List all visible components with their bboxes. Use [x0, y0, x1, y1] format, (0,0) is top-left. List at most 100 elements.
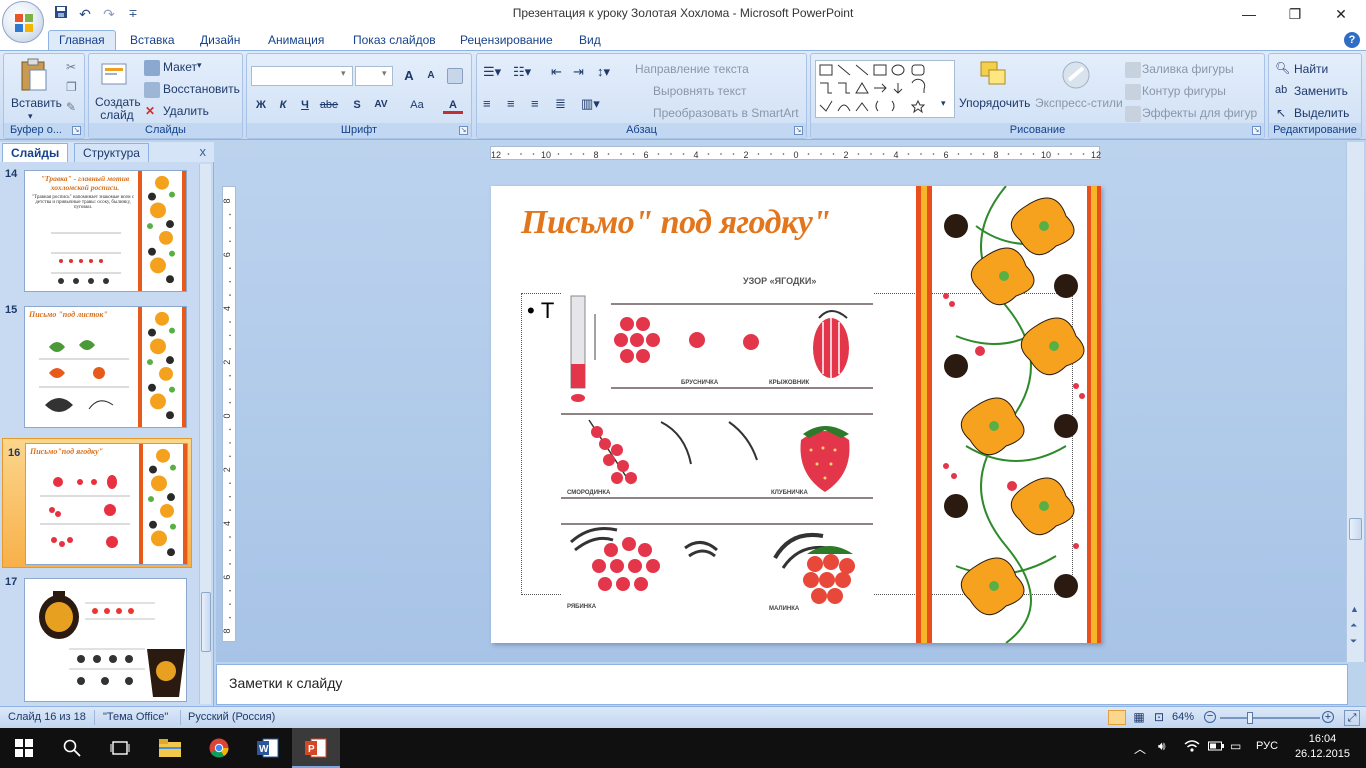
tab-design[interactable]: Дизайн: [190, 31, 250, 50]
tab-outline[interactable]: Структура: [74, 143, 149, 162]
font-size-select[interactable]: [355, 66, 393, 86]
new-slide-button[interactable]: Создать слайд: [95, 96, 141, 122]
columns-icon[interactable]: ▥▾: [581, 96, 600, 112]
shrink-font-button[interactable]: A: [421, 67, 441, 85]
slideshow-view-icon[interactable]: ⊡: [1150, 710, 1168, 725]
battery-icon[interactable]: [1208, 740, 1224, 755]
shadow-button[interactable]: S: [347, 96, 367, 114]
paragraph-launcher-icon[interactable]: ↘: [794, 126, 803, 135]
zoom-level[interactable]: 64%: [1172, 711, 1194, 723]
layout-button[interactable]: Макет: [163, 60, 197, 74]
layout-dropdown-icon[interactable]: ▾: [197, 60, 202, 71]
tab-review[interactable]: Рецензирование: [450, 31, 563, 50]
show-hidden-icons[interactable]: ︿: [1134, 740, 1146, 757]
font-size-dropdown-icon[interactable]: ▾: [382, 68, 387, 79]
file-explorer-button[interactable]: [146, 728, 194, 768]
format-painter-icon[interactable]: ✎: [66, 100, 76, 114]
slide-thumbnail-14[interactable]: 14 "Травка" - главный мотив хохломской р…: [0, 166, 198, 296]
copy-icon[interactable]: ❐: [66, 80, 77, 94]
underline-button[interactable]: Ч: [295, 96, 315, 114]
align-right-icon[interactable]: ≡: [531, 96, 539, 111]
restore-button[interactable]: ❐: [1272, 0, 1318, 28]
word-button[interactable]: W: [244, 728, 292, 768]
paste-dropdown-icon[interactable]: ▾: [28, 111, 33, 122]
minimize-button[interactable]: —: [1226, 0, 1272, 28]
system-clock[interactable]: 16:04 26.12.2015: [1295, 732, 1350, 762]
slides-pane-scrollbar[interactable]: [199, 164, 211, 704]
smartart-button[interactable]: Преобразовать в SmartArt: [653, 106, 799, 120]
tab-view[interactable]: Вид: [569, 31, 611, 50]
help-icon[interactable]: ?: [1344, 32, 1360, 48]
workspace-scrollbar[interactable]: ▲ ⏶ ⏷: [1346, 142, 1364, 662]
paste-button[interactable]: Вставить: [11, 96, 62, 110]
scrollbar-thumb[interactable]: [1349, 518, 1362, 540]
bold-button[interactable]: Ж: [251, 96, 271, 114]
zoom-out-icon[interactable]: −: [1204, 711, 1216, 723]
font-color-button[interactable]: A: [443, 96, 463, 114]
font-family-dropdown-icon[interactable]: ▾: [341, 68, 346, 79]
italic-button[interactable]: К: [273, 96, 293, 114]
notifications-icon[interactable]: ▭: [1230, 739, 1241, 753]
shapes-more-icon[interactable]: ▾: [941, 98, 946, 109]
font-launcher-icon[interactable]: ↘: [459, 126, 468, 135]
align-text-button[interactable]: Выровнять текст: [653, 84, 746, 98]
tab-animation[interactable]: Анимация: [258, 31, 334, 50]
line-spacing-icon[interactable]: ↕▾: [597, 64, 610, 80]
strikethrough-button[interactable]: abe: [319, 96, 339, 114]
tab-insert[interactable]: Вставка: [120, 31, 185, 50]
grow-font-button[interactable]: A: [399, 67, 419, 85]
replace-button[interactable]: Заменить: [1294, 84, 1348, 98]
input-language[interactable]: РУС: [1256, 740, 1278, 752]
numbering-icon[interactable]: ☷▾: [513, 64, 531, 80]
slide-title[interactable]: Письмо" под ягодку": [521, 204, 901, 242]
shape-outline-button[interactable]: Контур фигуры: [1142, 84, 1226, 98]
quick-styles-button[interactable]: Экспресс-стили: [1035, 96, 1123, 110]
powerpoint-button[interactable]: P: [292, 728, 340, 768]
arrange-button[interactable]: Упорядочить: [959, 96, 1030, 110]
close-button[interactable]: ✕: [1318, 0, 1364, 28]
char-spacing-button[interactable]: AV: [371, 96, 391, 114]
drawing-launcher-icon[interactable]: ↘: [1252, 126, 1261, 135]
reset-button[interactable]: Восстановить: [163, 82, 240, 96]
tab-home[interactable]: Главная: [48, 30, 116, 51]
cut-icon[interactable]: ✂: [66, 60, 76, 74]
zoom-slider-thumb[interactable]: [1247, 712, 1253, 724]
shape-fill-button[interactable]: Заливка фигуры: [1142, 62, 1234, 76]
align-center-icon[interactable]: ≡: [507, 96, 515, 111]
fit-slide-icon[interactable]: ⤢: [1344, 710, 1360, 726]
slide-canvas[interactable]: Письмо" под ягодку" • Т УЗОР «ЯГОДКИ» БР…: [491, 186, 1101, 643]
slide-sorter-icon[interactable]: ▦: [1130, 710, 1148, 725]
clipboard-launcher-icon[interactable]: ↘: [72, 126, 81, 135]
clear-format-icon[interactable]: [447, 68, 463, 84]
text-direction-button[interactable]: Направление текста: [635, 62, 749, 76]
delete-slide-button[interactable]: Удалить: [163, 104, 209, 118]
zoom-slider[interactable]: [1220, 712, 1320, 724]
select-button[interactable]: Выделить: [1294, 106, 1349, 120]
volume-icon[interactable]: 🔊︎: [1158, 739, 1166, 754]
increase-indent-icon[interactable]: ⇥: [573, 64, 584, 80]
justify-icon[interactable]: ≣: [555, 96, 566, 112]
font-family-select[interactable]: [251, 66, 353, 86]
task-view-button[interactable]: [96, 728, 144, 768]
change-case-button[interactable]: Aa: [407, 96, 427, 114]
notes-pane[interactable]: Заметки к слайду: [216, 664, 1348, 705]
slide-thumbnail-17[interactable]: 17: [0, 574, 198, 704]
bullets-icon[interactable]: ☰▾: [483, 64, 501, 80]
scrollbar-thumb[interactable]: [201, 592, 211, 652]
network-icon[interactable]: [1184, 739, 1200, 756]
normal-view-icon[interactable]: [1108, 710, 1126, 725]
language-status[interactable]: Русский (Россия): [188, 711, 275, 723]
decrease-indent-icon[interactable]: ⇤: [551, 64, 562, 80]
zoom-in-icon[interactable]: +: [1322, 711, 1334, 723]
slide-thumbnail-16[interactable]: 16 Письмо"под ягодку": [2, 438, 192, 568]
office-button[interactable]: [2, 1, 44, 43]
start-button[interactable]: [0, 728, 48, 768]
shape-effects-button[interactable]: Эффекты для фигур: [1142, 106, 1257, 120]
tab-slideshow[interactable]: Показ слайдов: [343, 31, 446, 50]
find-button[interactable]: Найти: [1294, 62, 1328, 76]
align-left-icon[interactable]: ≡: [483, 96, 491, 111]
chrome-button[interactable]: [195, 728, 243, 768]
prev-slide-icon[interactable]: ⏶: [1350, 620, 1357, 631]
tab-slides[interactable]: Слайды: [2, 143, 69, 162]
next-slide-icon[interactable]: ⏷: [1350, 636, 1357, 647]
